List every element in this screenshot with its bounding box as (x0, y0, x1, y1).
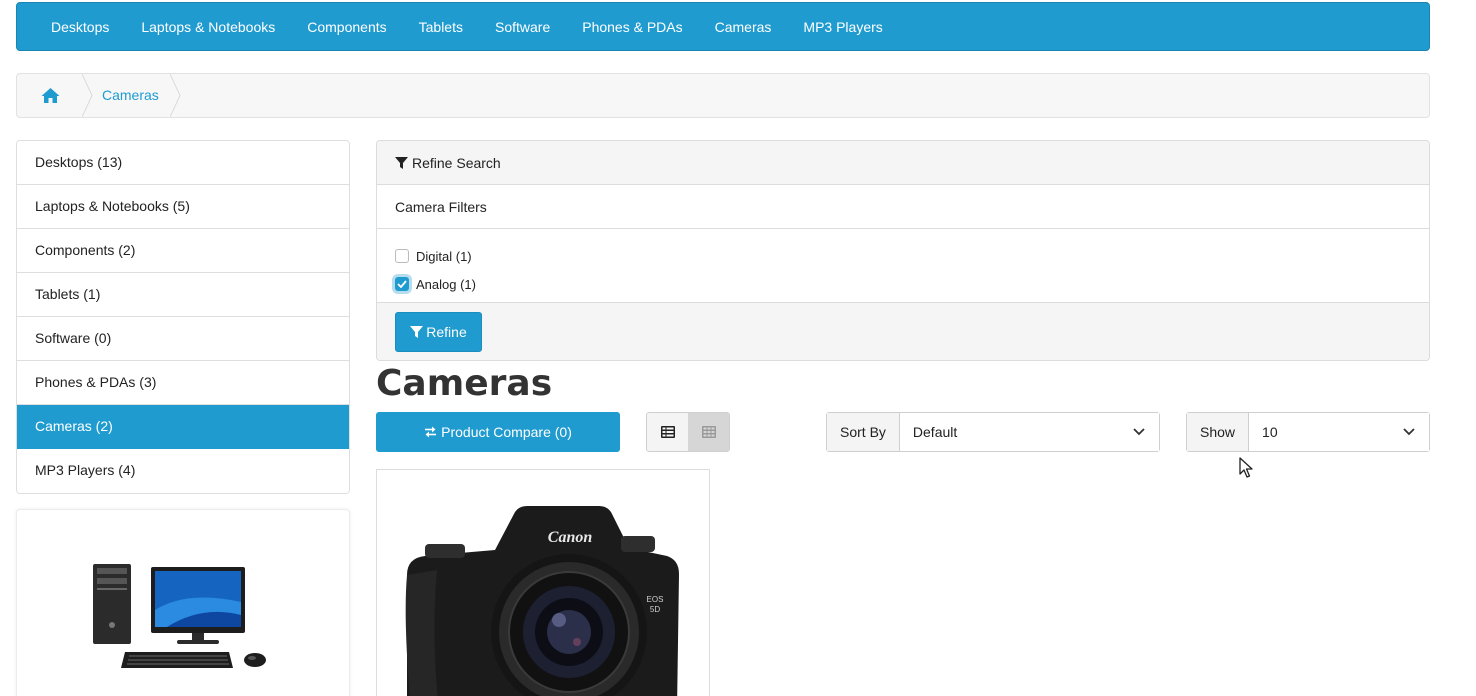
list-icon (660, 426, 675, 438)
sort-by-value: Default (912, 424, 958, 440)
breadcrumb-home[interactable] (17, 74, 93, 117)
menu-item-laptops-notebooks[interactable]: Laptops & Notebooks (125, 3, 291, 51)
refine-search-panel: Refine Search Camera Filters Digital (1)… (376, 140, 1430, 361)
menu-item-cameras[interactable]: Cameras (699, 3, 788, 51)
svg-text:EOS: EOS (647, 595, 664, 604)
refine-button[interactable]: Refine (395, 311, 482, 352)
category-desktops[interactable]: Desktops (13) (17, 141, 349, 185)
filter-options: Digital (1) Analog (1) (377, 229, 1429, 303)
breadcrumb-separator (169, 73, 181, 118)
show-label: Show (1187, 413, 1250, 451)
sidebar-banner[interactable] (16, 509, 350, 696)
menu-item-desktops[interactable]: Desktops (35, 3, 125, 51)
menu-item-mp3-players[interactable]: MP3 Players (787, 3, 898, 51)
view-toggle (646, 412, 730, 452)
breadcrumb-cameras[interactable]: Cameras (83, 74, 181, 117)
product-compare-label: Product Compare (0) (441, 424, 572, 440)
list-view-button[interactable] (647, 413, 688, 451)
category-mp3-players[interactable]: MP3 Players (4) (17, 449, 349, 493)
refine-search-footer: Refine (377, 303, 1429, 360)
svg-text:5D: 5D (650, 605, 660, 614)
filter-label-analog: Analog (1) (416, 276, 476, 292)
svg-text:Canon: Canon (548, 529, 593, 546)
category-phones-pdas[interactable]: Phones & PDAs (3) (17, 361, 349, 405)
refine-button-label: Refine (426, 323, 467, 340)
chevron-down-icon (1403, 428, 1415, 436)
menu-item-tablets[interactable]: Tablets (403, 3, 479, 51)
category-list: Desktops (13) Laptops & Notebooks (5) Co… (16, 140, 350, 494)
filter-icon (410, 325, 424, 338)
filter-option-digital[interactable]: Digital (1) (395, 242, 1429, 270)
category-laptops-notebooks[interactable]: Laptops & Notebooks (5) (17, 185, 349, 229)
category-software[interactable]: Software (0) (17, 317, 349, 361)
filter-label-digital: Digital (1) (416, 248, 472, 264)
check-icon (397, 280, 407, 288)
filter-icon (395, 156, 408, 169)
sort-by-label: Sort By (827, 413, 900, 451)
sort-by-select[interactable]: Default (899, 413, 1159, 451)
product-card[interactable]: Canon EOS 5D (376, 469, 710, 696)
show-limit-select[interactable]: 10 (1249, 413, 1429, 451)
filter-option-analog[interactable]: Analog (1) (395, 270, 1429, 298)
category-cameras[interactable]: Cameras (2) (17, 405, 349, 449)
refine-search-title: Refine Search (412, 154, 501, 171)
mouse-cursor-icon (1239, 457, 1253, 478)
product-compare-button[interactable]: Product Compare (0) (376, 412, 620, 452)
refine-search-header: Refine Search (377, 141, 1429, 185)
exchange-icon (425, 426, 437, 438)
category-tablets[interactable]: Tablets (1) (17, 273, 349, 317)
show-limit-control: Show 10 (1186, 412, 1430, 452)
camera-product-image[interactable]: Canon EOS 5D (377, 470, 710, 696)
menu-item-components[interactable]: Components (291, 3, 402, 51)
grid-icon (701, 426, 716, 438)
menu-item-software[interactable]: Software (479, 3, 566, 51)
chevron-down-icon (1133, 428, 1145, 436)
sort-by-control: Sort By Default (826, 412, 1160, 452)
show-limit-value: 10 (1262, 424, 1278, 440)
home-icon (41, 88, 59, 103)
filter-group-title: Camera Filters (377, 185, 1429, 229)
breadcrumb: Cameras (16, 73, 1430, 118)
menu-item-phones-pdas[interactable]: Phones & PDAs (566, 3, 698, 51)
filter-checkbox-digital[interactable] (395, 249, 409, 263)
category-components[interactable]: Components (2) (17, 229, 349, 273)
page-title: Cameras (376, 363, 553, 404)
grid-view-button[interactable] (688, 413, 729, 451)
top-menu: Desktops Laptops & Notebooks Components … (16, 2, 1430, 51)
filter-checkbox-analog[interactable] (395, 277, 409, 291)
desktop-computer-image (93, 564, 266, 668)
